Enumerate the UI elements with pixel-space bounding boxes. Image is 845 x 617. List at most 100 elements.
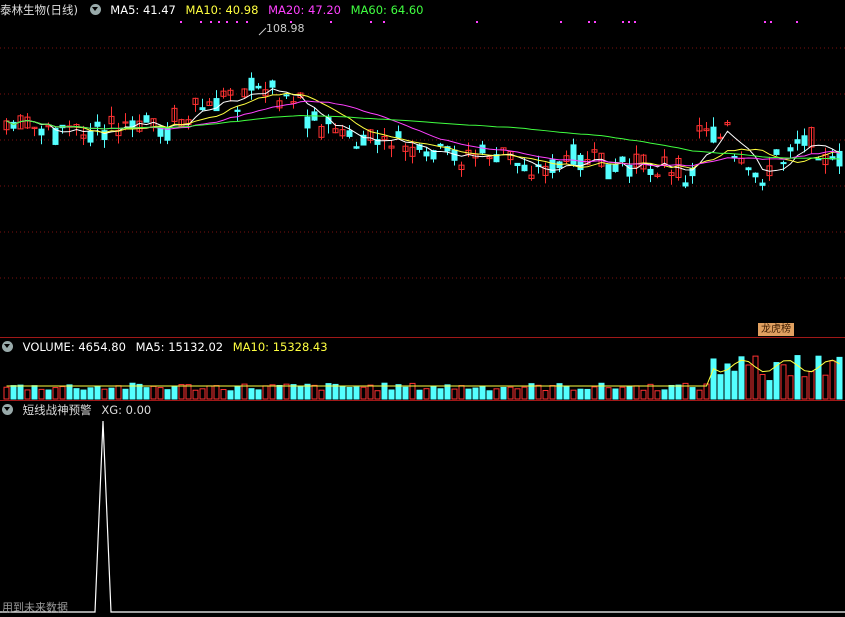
volume-bar bbox=[66, 384, 73, 400]
volume-bar bbox=[507, 386, 514, 400]
marker-dot bbox=[210, 21, 212, 23]
candle-body bbox=[199, 107, 206, 111]
volume-bar bbox=[339, 385, 346, 400]
candle-body bbox=[255, 85, 262, 89]
candle-body bbox=[717, 136, 724, 139]
marker-dot bbox=[594, 21, 596, 23]
marker-dot bbox=[200, 21, 202, 23]
volume-bar bbox=[745, 364, 752, 400]
candle-body bbox=[752, 172, 759, 178]
volume-bar bbox=[101, 388, 108, 400]
volume-bar bbox=[38, 388, 45, 400]
chart-period: (日线) bbox=[46, 3, 78, 17]
candle-body bbox=[647, 168, 654, 175]
volume-bar bbox=[437, 388, 444, 400]
marker-dot bbox=[330, 21, 332, 23]
volume-bar bbox=[213, 385, 220, 400]
volume-bar bbox=[227, 390, 234, 400]
candle-body bbox=[304, 116, 311, 129]
volume-header: VOLUME: 4654.80 MA5: 15132.02 MA10: 1532… bbox=[0, 340, 334, 355]
volume-bar bbox=[332, 383, 339, 400]
volume-bar bbox=[766, 380, 773, 400]
candle-body bbox=[164, 127, 171, 141]
volume-bar bbox=[675, 384, 682, 400]
volume-bar bbox=[87, 387, 94, 400]
dragon-tiger-badge[interactable]: 龙虎榜 bbox=[758, 323, 794, 336]
candlestick-chart[interactable] bbox=[0, 0, 845, 337]
volume-bar bbox=[444, 384, 451, 400]
volume-bar bbox=[759, 374, 766, 400]
volume-bar bbox=[451, 388, 458, 400]
stock-name: 泰林生物 bbox=[0, 3, 46, 17]
volume-bar bbox=[829, 360, 836, 400]
volume-bar bbox=[549, 385, 556, 400]
volume-bar bbox=[255, 389, 262, 400]
volume-bar bbox=[465, 388, 472, 400]
signal-line-chart[interactable] bbox=[0, 401, 845, 616]
candle-body bbox=[570, 144, 577, 165]
volume-bar bbox=[115, 385, 122, 400]
volume-bar bbox=[626, 386, 633, 400]
volume-bar bbox=[689, 387, 696, 400]
candle-body bbox=[731, 155, 738, 158]
volume-bar bbox=[318, 389, 325, 400]
candle-body bbox=[759, 182, 766, 186]
candle-body bbox=[794, 139, 801, 144]
volume-bar bbox=[577, 388, 584, 400]
volume-bar bbox=[3, 386, 10, 400]
chevron-down-icon[interactable] bbox=[2, 341, 13, 352]
volume-bar bbox=[94, 385, 101, 400]
volume-bar bbox=[500, 386, 507, 400]
volume-bar bbox=[458, 385, 465, 400]
volume-bar bbox=[668, 384, 675, 400]
volume-bar bbox=[10, 385, 17, 400]
candle-body bbox=[773, 149, 780, 155]
candle-body bbox=[710, 126, 717, 143]
volume-bar bbox=[794, 355, 801, 400]
signal-header: 短线战神预警 XG: 0.00 bbox=[0, 403, 157, 418]
volume-pane[interactable]: VOLUME: 4654.80 MA5: 15132.02 MA10: 1532… bbox=[0, 337, 845, 401]
volume-bar bbox=[542, 390, 549, 400]
signal-name: 短线战神预警 bbox=[22, 403, 92, 417]
volume-bar bbox=[192, 389, 199, 400]
marker-dot bbox=[246, 21, 248, 23]
volume-bar bbox=[402, 386, 409, 400]
volume-bar bbox=[738, 356, 745, 400]
ma20-indicator: MA20: 47.20 bbox=[268, 3, 341, 17]
volume-bar bbox=[17, 384, 24, 400]
chevron-down-icon[interactable] bbox=[89, 4, 101, 15]
price-chart-pane[interactable]: 泰林生物(日线) MA5: 41.47 MA10: 40.98 MA20: 47… bbox=[0, 0, 845, 337]
marker-dot bbox=[180, 21, 182, 23]
volume-bar bbox=[486, 390, 493, 400]
volume-bar bbox=[388, 389, 395, 400]
marker-dot bbox=[236, 21, 238, 23]
candle-body bbox=[346, 130, 353, 137]
volume-bar bbox=[311, 384, 318, 400]
volume-bar bbox=[143, 387, 150, 400]
volume-bar bbox=[108, 387, 115, 400]
candle-body bbox=[605, 164, 612, 180]
candle-body bbox=[234, 109, 241, 112]
volume-bar bbox=[563, 386, 570, 400]
marker-dot bbox=[622, 21, 624, 23]
volume-ma5: MA5: 15132.02 bbox=[135, 340, 224, 354]
ma10-indicator: MA10: 40.98 bbox=[185, 3, 259, 17]
volume-bar bbox=[178, 384, 185, 400]
ma60-indicator: MA60: 64.60 bbox=[350, 3, 424, 17]
volume-bar bbox=[570, 389, 577, 400]
marker-dot bbox=[370, 21, 372, 23]
candle-body bbox=[423, 151, 430, 157]
volume-bar bbox=[752, 355, 759, 400]
volume-bar bbox=[647, 383, 654, 400]
volume-bar bbox=[479, 385, 486, 400]
volume-bar bbox=[185, 384, 192, 400]
signal-indicator-pane[interactable]: 短线战神预警 XG: 0.00 用到未来数据 bbox=[0, 400, 845, 617]
candle-body bbox=[787, 147, 794, 152]
volume-bar bbox=[780, 364, 787, 400]
candle-body bbox=[682, 182, 689, 187]
candle-body bbox=[94, 121, 101, 127]
volume-bar bbox=[297, 385, 304, 400]
candle-body bbox=[612, 164, 619, 172]
chevron-down-icon[interactable] bbox=[2, 404, 13, 415]
volume-bar bbox=[73, 388, 80, 400]
